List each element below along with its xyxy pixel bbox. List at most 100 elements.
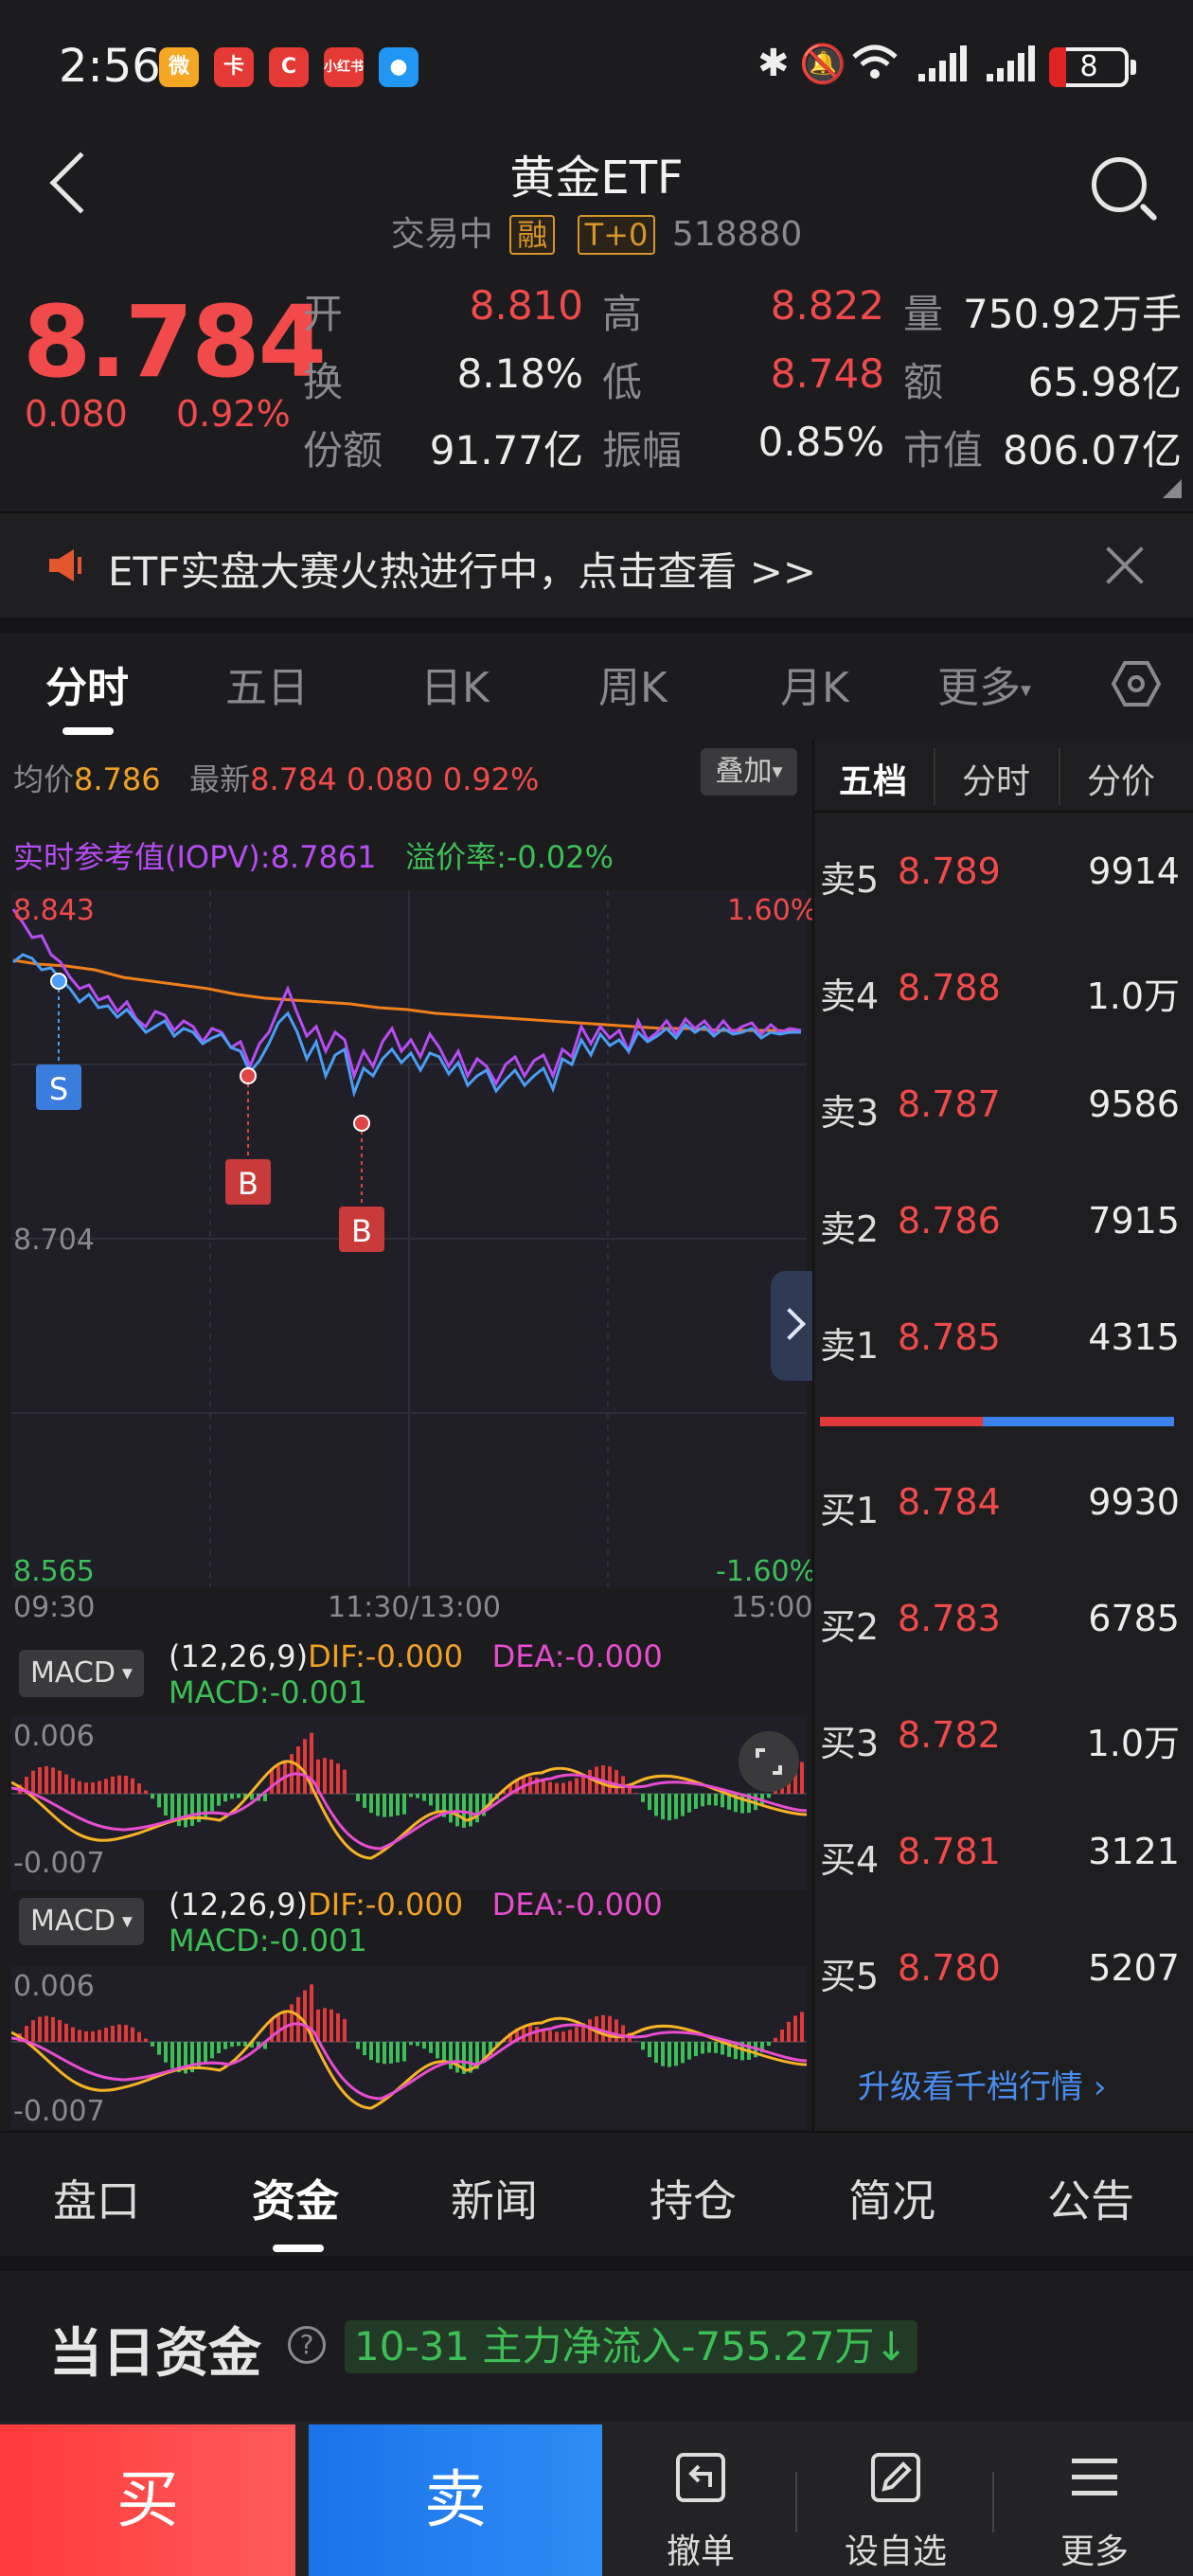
tab-underline [62, 727, 114, 735]
bid-row-1: 买1 8.784 9930 [820, 1481, 1180, 1547]
order-book [812, 739, 1193, 2131]
tab-order-book[interactable]: 盘口 [53, 2167, 140, 2229]
macd-bar [144, 2038, 148, 2042]
tab-holdings[interactable]: 持仓 [650, 2167, 737, 2229]
book-tab-five-level[interactable]: 五档 [812, 754, 934, 803]
add-watchlist-label: 设自选 [844, 2532, 947, 2571]
price-change: 0.080 [25, 393, 128, 435]
ask-volume: 4315 [1088, 1316, 1180, 1358]
tab-monthly-k[interactable]: 月K [780, 653, 849, 714]
macd-bar [389, 1794, 393, 1817]
caret-down-icon: ▾ [115, 1661, 133, 1686]
buy-button[interactable]: 买 [0, 2424, 295, 2576]
macd-bar [721, 1794, 724, 1808]
tab-intraday[interactable]: 分时 [45, 653, 129, 714]
macd-bar [449, 1794, 453, 1823]
banner-text[interactable]: ETF实盘大赛火热进行中，点击查看 >> [108, 540, 816, 598]
macd-bar [634, 1793, 638, 1794]
book-tab-ticks[interactable]: 分时 [935, 754, 1057, 803]
macd-bar [124, 2025, 128, 2042]
macd-bar [694, 2042, 698, 2057]
macd-bar [402, 1794, 406, 1815]
macd-bar [276, 2015, 280, 2042]
ask-label: 卖1 [820, 1325, 880, 1367]
tab-profile[interactable]: 简况 [848, 2167, 935, 2229]
amount-label: 额 [903, 359, 944, 405]
macd-bar [535, 2027, 539, 2042]
tab-news[interactable]: 新闻 [451, 2167, 538, 2229]
sell-button[interactable]: 卖 [309, 2424, 602, 2576]
macd-bar [170, 2042, 174, 2069]
book-tab-price[interactable]: 分价 [1060, 754, 1182, 803]
expand-order-book-button[interactable] [771, 1271, 812, 1381]
overlay-label: 叠加 [715, 755, 773, 788]
macd-selector-2[interactable]: MACD ▾ [19, 1898, 144, 1945]
macd-bar [575, 2027, 579, 2042]
turnover-label: 换 [303, 359, 344, 405]
edit-icon [871, 2453, 920, 2502]
iopv-value: 实时参考值(IOPV):8.7861 [13, 839, 377, 875]
bid-row-2: 买2 8.783 6785 [820, 1598, 1180, 1664]
macd-dif-2: DIF:-0.000 [308, 1887, 464, 1923]
time-mid: 11:30/13:00 [328, 1591, 502, 1624]
bid-price: 8.782 [898, 1714, 1001, 1756]
tab-underline [273, 2245, 324, 2252]
arrow-down-icon: ↓ [874, 2323, 908, 2370]
bid-label: 买5 [820, 1956, 880, 1997]
amount-value: 65.98亿 [1027, 359, 1182, 405]
macd-bar [363, 2042, 366, 2056]
macd-bar [230, 1794, 234, 1799]
macd-bar [575, 1778, 579, 1794]
macd-bar [774, 2037, 777, 2042]
wifi-icon [850, 42, 899, 93]
current-price: 8.784 [23, 284, 327, 400]
tab-funds[interactable]: 资金 [252, 2167, 339, 2229]
macd-bar [608, 1766, 612, 1794]
macd-bar [343, 2018, 347, 2042]
macd-bar [429, 2042, 433, 2053]
search-icon[interactable] [1092, 157, 1147, 212]
macd-bar [111, 2025, 115, 2042]
shares-value: 91.77亿 [429, 427, 583, 474]
macd-selector-1[interactable]: MACD ▾ [19, 1650, 144, 1697]
upgrade-depth-link[interactable]: 升级看千档行情 › [858, 2061, 1106, 2107]
macd-bar [217, 2042, 221, 2053]
amplitude-label: 振幅 [602, 427, 683, 474]
more-button[interactable]: 更多 [1009, 2436, 1180, 2573]
macd-bar [210, 2042, 214, 2059]
close-icon[interactable] [1104, 545, 1146, 586]
tab-announcements[interactable]: 公告 [1047, 2167, 1134, 2229]
cancel-order-button[interactable]: 撤单 [615, 2436, 786, 2573]
macd-bar [164, 2042, 168, 2063]
battery-level: 8 [1079, 50, 1098, 83]
macd-bar [124, 1776, 128, 1794]
tab-five-day[interactable]: 五日 [225, 653, 309, 714]
macd-bar [674, 2042, 678, 2066]
help-icon[interactable]: ? [288, 2326, 326, 2364]
tab-more[interactable]: 更多▾ [937, 653, 1031, 714]
fullscreen-icon[interactable] [739, 1731, 799, 1792]
ask-price: 8.788 [898, 967, 1001, 1009]
shares-label: 份额 [303, 427, 383, 474]
ask-row-3: 卖3 8.787 9586 [820, 1083, 1180, 1150]
macd-bar [131, 2027, 134, 2042]
macd-bar [51, 1767, 55, 1794]
intraday-chart: S B B [11, 890, 807, 1587]
bid-label: 买3 [820, 1723, 880, 1764]
macd-bar [588, 1769, 592, 1794]
upgrade-label: 升级看千档行情 [858, 2068, 1083, 2106]
status-time: 2:56 [59, 40, 161, 93]
macd-info-1: (12,26,9)DIF:-0.000 DEA:-0.000 [169, 1638, 663, 1674]
settings-hex-icon[interactable] [1110, 657, 1163, 710]
add-watchlist-button[interactable]: 设自选 [810, 2436, 981, 2573]
turnover-value: 8.18% [456, 350, 583, 397]
pct-axis-low: -1.60% [716, 1555, 817, 1588]
expand-quote-icon[interactable] [1163, 479, 1182, 498]
ask-label: 卖4 [820, 975, 880, 1017]
overlay-button[interactable]: 叠加▾ [701, 748, 797, 796]
tab-daily-k[interactable]: 日K [420, 653, 490, 714]
macd-bar [568, 1780, 572, 1794]
tab-weekly-k[interactable]: 周K [598, 653, 668, 714]
macd-bar [548, 1781, 552, 1794]
macd-bar [45, 2015, 48, 2042]
